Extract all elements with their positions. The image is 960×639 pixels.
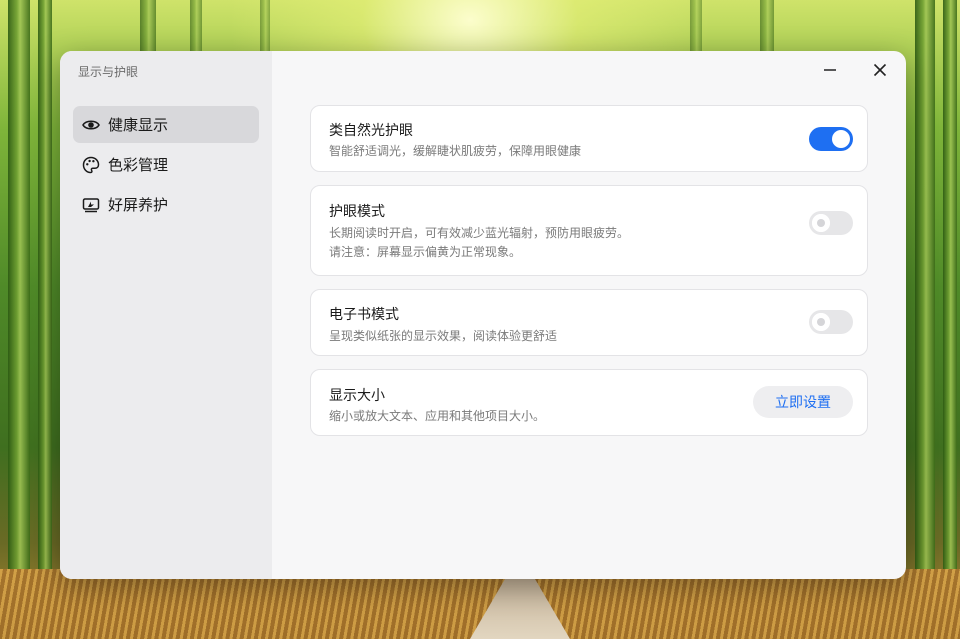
natural-eye-desc: 智能舒适调光，缓解睫状肌疲劳，保障用眼健康 bbox=[329, 144, 582, 158]
sidebar-item-health-display[interactable]: 健康显示 bbox=[73, 106, 259, 143]
settings-list: 类自然光护眼 智能舒适调光，缓解睫状肌疲劳，保障用眼健康 护眼模式 长期阅读时开… bbox=[310, 105, 868, 449]
eye-mode-card: 护眼模式 长期阅读时开启，可有效减少蓝光辐射，预防用眼疲劳。 请注意：屏幕显示偏… bbox=[310, 185, 868, 276]
natural-eye-card: 类自然光护眼 智能舒适调光，缓解睫状肌疲劳，保障用眼健康 bbox=[310, 105, 868, 172]
display-size-desc: 缩小或放大文本、应用和其他项目大小。 bbox=[329, 409, 546, 423]
ebook-mode-toggle[interactable] bbox=[809, 310, 853, 334]
sidebar-item-label: 色彩管理 bbox=[108, 156, 169, 174]
display-size-card: 显示大小 缩小或放大文本、应用和其他项目大小。 立即设置 bbox=[310, 369, 868, 436]
screen-care-icon bbox=[81, 195, 101, 215]
sidebar-item-screen-care[interactable]: 好屏养护 bbox=[73, 186, 259, 223]
set-now-button[interactable]: 立即设置 bbox=[753, 386, 853, 418]
ebook-mode-desc: 呈现类似纸张的显示效果，阅读体验更舒适 bbox=[329, 329, 558, 343]
sidebar: 显示与护眼 健康显示 色彩管理 好屏养护 bbox=[60, 51, 272, 579]
close-icon bbox=[873, 62, 887, 81]
eye-mode-toggle[interactable] bbox=[809, 211, 853, 235]
ebook-mode-card: 电子书模式 呈现类似纸张的显示效果，阅读体验更舒适 bbox=[310, 289, 868, 356]
minimize-icon bbox=[823, 62, 837, 81]
sidebar-item-label: 健康显示 bbox=[108, 116, 169, 134]
app-title: 显示与护眼 bbox=[78, 65, 139, 79]
eye-mode-desc: 长期阅读时开启，可有效减少蓝光辐射，预防用眼疲劳。 bbox=[329, 226, 630, 240]
eye-mode-title: 护眼模式 bbox=[329, 204, 385, 220]
minimize-button[interactable] bbox=[815, 59, 845, 83]
close-button[interactable] bbox=[865, 59, 895, 83]
sidebar-item-label: 好屏养护 bbox=[108, 196, 169, 214]
main-panel: 类自然光护眼 智能舒适调光，缓解睫状肌疲劳，保障用眼健康 护眼模式 长期阅读时开… bbox=[272, 51, 906, 579]
natural-eye-toggle[interactable] bbox=[809, 127, 853, 151]
toggle-knob bbox=[812, 313, 830, 331]
eye-mode-note: 请注意：屏幕显示偏黄为正常现象。 bbox=[329, 245, 522, 259]
natural-eye-title: 类自然光护眼 bbox=[329, 123, 413, 139]
eye-icon bbox=[81, 115, 101, 135]
toggle-knob bbox=[812, 214, 830, 232]
sidebar-item-color-management[interactable]: 色彩管理 bbox=[73, 146, 259, 183]
display-eye-care-window: 显示与护眼 健康显示 色彩管理 好屏养护 类自然光护眼 智能舒适调光，缓解睫状肌… bbox=[60, 51, 906, 579]
display-size-title: 显示大小 bbox=[329, 388, 385, 404]
sidebar-nav: 健康显示 色彩管理 好屏养护 bbox=[73, 106, 259, 226]
ebook-mode-title: 电子书模式 bbox=[329, 307, 399, 323]
palette-icon bbox=[81, 155, 101, 175]
toggle-knob bbox=[832, 130, 850, 148]
